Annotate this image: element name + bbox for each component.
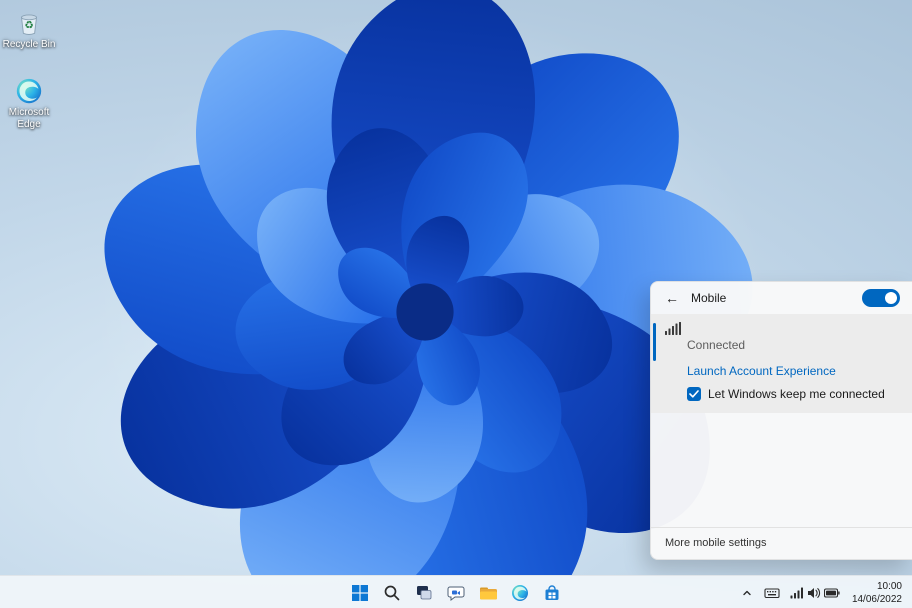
mobile-toggle[interactable] [862, 289, 900, 307]
panel-spacer [651, 413, 912, 527]
chat-button[interactable] [442, 580, 470, 606]
panel-header: ← Mobile [651, 282, 912, 314]
cellular-signal-tray-icon [790, 587, 803, 598]
cellular-signal-icon [665, 322, 681, 335]
network-volume-battery-button[interactable] [786, 580, 844, 606]
network-list-item[interactable]: Connected Launch Account Experience Let … [651, 314, 912, 413]
chevron-up-icon [743, 590, 751, 595]
back-arrow-icon: ← [665, 290, 679, 306]
desktop-icon-microsoft-edge[interactable]: Microsoft Edge [2, 76, 56, 130]
desktop: ♻ Recycle Bin Microsoft Edge ← Mobile Co… [0, 0, 912, 608]
desktop-icon-recycle-bin[interactable]: ♻ Recycle Bin [2, 8, 56, 51]
desktop-icon-label: Recycle Bin [2, 39, 56, 50]
windows-start-icon [352, 584, 368, 601]
hidden-icons-button[interactable] [736, 580, 758, 606]
tray-time: 10:00 [876, 580, 902, 592]
chat-icon [447, 586, 465, 601]
taskbar: 10:00 14/06/2022 [0, 575, 912, 608]
launch-account-link[interactable]: Launch Account Experience [687, 364, 900, 378]
task-view-icon [417, 585, 432, 599]
microsoft-store-icon [545, 584, 559, 600]
svg-text:♻: ♻ [24, 21, 33, 32]
store-button[interactable] [538, 580, 566, 606]
keep-connected-label: Let Windows keep me connected [708, 387, 885, 401]
recycle-bin-icon: ♻ [20, 14, 38, 35]
taskbar-center-icons [346, 576, 566, 608]
connection-status: Connected [687, 338, 746, 352]
battery-icon [823, 587, 840, 598]
start-button[interactable] [346, 580, 374, 606]
file-explorer-button[interactable] [474, 580, 502, 606]
panel-title: Mobile [691, 291, 727, 305]
checkbox-checked-icon[interactable] [687, 387, 701, 401]
desktop-icon-label: Microsoft Edge [8, 107, 50, 130]
file-explorer-icon [479, 587, 497, 599]
back-button[interactable]: ← [659, 287, 685, 309]
toggle-knob [885, 292, 897, 304]
mobile-flyout-panel: ← Mobile Connected Launch Account Experi… [650, 281, 912, 560]
volume-icon [807, 587, 820, 598]
touch-keyboard-icon [764, 587, 780, 598]
edge-taskbar-icon [512, 584, 528, 601]
selection-accent-bar [653, 323, 656, 361]
search-button[interactable] [378, 580, 406, 606]
taskbar-tray: 10:00 14/06/2022 [736, 576, 908, 608]
task-view-button[interactable] [410, 580, 438, 606]
clock[interactable]: 10:00 14/06/2022 [846, 580, 908, 606]
keep-connected-row[interactable]: Let Windows keep me connected [687, 387, 900, 401]
search-icon [384, 585, 400, 600]
touch-keyboard-button[interactable] [760, 580, 784, 606]
edge-button[interactable] [506, 580, 534, 606]
check-icon [689, 390, 699, 398]
tray-date: 14/06/2022 [851, 593, 902, 605]
more-mobile-settings[interactable]: More mobile settings [651, 527, 912, 559]
edge-icon [16, 78, 42, 104]
